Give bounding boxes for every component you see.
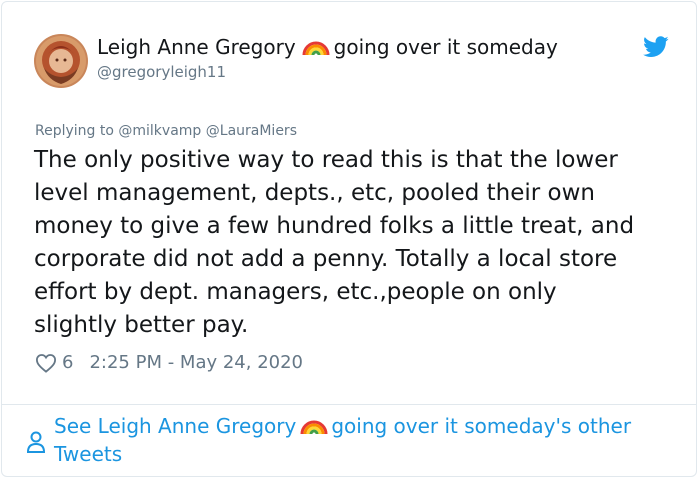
link-part3: Tweets	[54, 442, 123, 466]
mention-link[interactable]: @LauraMiers	[206, 123, 297, 139]
see-other-tweets-link[interactable]: See Leigh Anne Gregory going over it som…	[54, 412, 664, 468]
tweet-card: Leigh Anne Gregory going over it someday…	[1, 1, 697, 477]
tweet-timestamp[interactable]: 2:25 PM - May 24, 2020	[89, 352, 303, 373]
rainbow-emoji	[302, 35, 330, 57]
author-name-part2: going over it someday	[333, 35, 558, 59]
replying-to-label: Replying to	[35, 123, 114, 139]
avatar[interactable]	[34, 34, 88, 88]
replying-to: Replying to @milkvamp @LauraMiers	[35, 123, 297, 139]
heart-icon[interactable]	[35, 353, 57, 373]
divider	[2, 404, 696, 405]
author-name[interactable]: Leigh Anne Gregory going over it someday	[97, 35, 558, 59]
link-part1: See Leigh Anne Gregory	[54, 414, 297, 438]
link-part2: going over it someday's other	[331, 414, 632, 438]
author-handle[interactable]: @gregoryleigh11	[97, 63, 226, 81]
rainbow-emoji	[300, 414, 328, 436]
tweet-meta: 6 2:25 PM - May 24, 2020	[35, 352, 303, 373]
tweet-text: The only positive way to read this is th…	[34, 147, 635, 338]
author-name-part1: Leigh Anne Gregory	[97, 35, 296, 59]
mention-link[interactable]: @milkvamp	[118, 123, 201, 139]
twitter-bird-icon[interactable]	[643, 36, 669, 58]
like-count: 6	[62, 352, 74, 373]
person-icon	[25, 430, 47, 456]
